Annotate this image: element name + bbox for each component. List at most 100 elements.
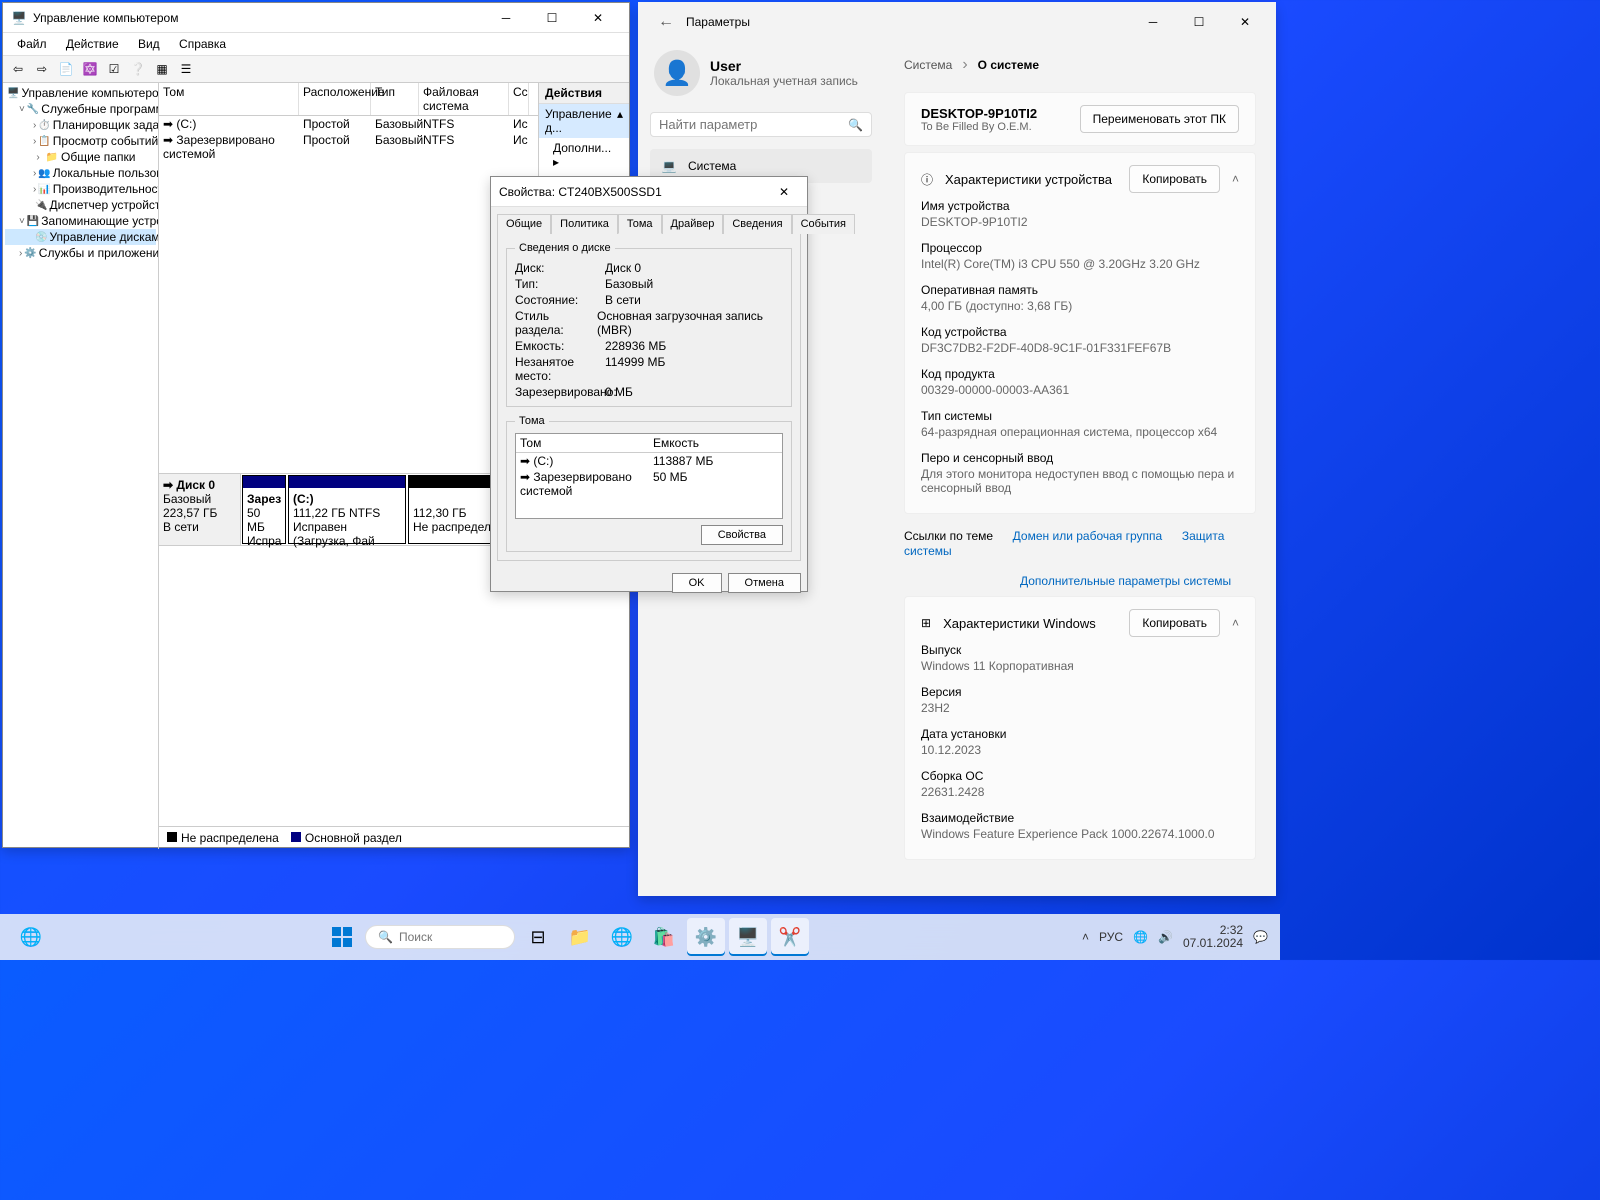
- tab-general[interactable]: Общие: [497, 214, 551, 234]
- refresh-icon[interactable]: 🔯: [79, 58, 101, 80]
- tree-item[interactable]: 🔌Диспетчер устройств: [5, 197, 156, 213]
- titlebar[interactable]: Свойства: CT240BX500SSD1 ✕: [491, 177, 807, 207]
- volumes-group: Тома ТомЕмкость ➡ (C:)113887 МБ ➡ Зарезе…: [506, 415, 792, 552]
- action-item[interactable]: Управление д...▴: [539, 104, 629, 138]
- compmgmt-icon[interactable]: 🖥️: [729, 918, 767, 956]
- up-icon[interactable]: 📄: [55, 58, 77, 80]
- menu-file[interactable]: Файл: [9, 35, 55, 53]
- device-name: DESKTOP-9P10TI2: [921, 106, 1037, 121]
- volumes-list[interactable]: ТомЕмкость ➡ (C:)113887 МБ ➡ Зарезервиро…: [515, 433, 783, 519]
- menu-help[interactable]: Справка: [171, 35, 234, 53]
- tab-driver[interactable]: Драйвер: [662, 214, 724, 234]
- kv-row: Диск:Диск 0: [515, 260, 783, 276]
- search-input[interactable]: [659, 117, 848, 132]
- device-sub: To Be Filled By O.E.M.: [921, 121, 1037, 133]
- tree-system-tools[interactable]: ˅🔧Служебные программы: [5, 101, 156, 117]
- windows-icon: ⊞: [921, 616, 931, 630]
- tree-root[interactable]: 🖥️Управление компьютером (л: [5, 85, 156, 101]
- tab-policy[interactable]: Политика: [551, 214, 618, 234]
- cancel-button[interactable]: Отмена: [728, 573, 801, 593]
- list-icon[interactable]: ☰: [175, 58, 197, 80]
- tab-details[interactable]: Сведения: [723, 214, 791, 234]
- menu-action[interactable]: Действие: [58, 35, 127, 53]
- windows-specs-card: ⊞ Характеристики Windows Копировать ˄ Вы…: [904, 596, 1256, 860]
- user-name: User: [710, 58, 858, 74]
- tree-item[interactable]: ›⏱️Планировщик заданий: [5, 117, 156, 133]
- snip-icon[interactable]: ✂️: [771, 918, 809, 956]
- back-button[interactable]: ←: [646, 13, 686, 31]
- tree-services[interactable]: ›⚙️Службы и приложения: [5, 245, 156, 261]
- tree-disk-management[interactable]: 💿Управление дисками: [5, 229, 156, 245]
- tree-item[interactable]: ›📁Общие папки: [5, 149, 156, 165]
- explorer-icon[interactable]: 📁: [561, 918, 599, 956]
- maximize-button[interactable]: ☐: [1176, 7, 1222, 37]
- partition[interactable]: (C:)111,22 ГБ NTFSИсправен (Загрузка, Фа…: [288, 475, 406, 544]
- tree-storage[interactable]: ˅💾Запоминающие устройст: [5, 213, 156, 229]
- tray-lang[interactable]: РУС: [1099, 930, 1123, 944]
- copy-button[interactable]: Копировать: [1129, 609, 1220, 637]
- info-icon: ⓘ: [921, 171, 933, 188]
- ok-button[interactable]: OK: [672, 573, 722, 593]
- close-button[interactable]: ✕: [575, 3, 621, 33]
- forward-icon[interactable]: ⇨: [31, 58, 53, 80]
- kv-row: Зарезервировано:0 МБ: [515, 384, 783, 400]
- rename-pc-button[interactable]: Переименовать этот ПК: [1080, 105, 1239, 133]
- system-icon: 💻: [660, 157, 678, 175]
- taskbar: 🌐 🔍 ⊟ 📁 🌐 🛍️ ⚙️ 🖥️ ✂️ ˄ РУС 🌐 🔊 2:32 07.…: [0, 914, 1280, 960]
- menu-view[interactable]: Вид: [130, 35, 168, 53]
- start-button[interactable]: [323, 918, 361, 956]
- titlebar[interactable]: ← Параметры ─ ☐ ✕: [638, 2, 1276, 42]
- edge-icon[interactable]: 🌐: [603, 918, 641, 956]
- kv-row: Емкость:228936 МБ: [515, 338, 783, 354]
- chevron-up-icon[interactable]: ˄: [1232, 172, 1239, 186]
- tab-events[interactable]: События: [792, 214, 855, 234]
- tab-content: Сведения о диске Диск:Диск 0Тип:БазовыйС…: [497, 233, 801, 561]
- window-title: Управление компьютером: [33, 11, 483, 25]
- help-icon[interactable]: ❔: [127, 58, 149, 80]
- link-domain[interactable]: Домен или рабочая группа: [1013, 529, 1163, 543]
- search-box[interactable]: 🔍: [650, 112, 872, 137]
- crumb-system[interactable]: Система: [904, 58, 952, 72]
- tray-clock[interactable]: 2:32 07.01.2024: [1183, 924, 1243, 950]
- device-specs-card: ⓘ Характеристики устройства Копировать ˄…: [904, 152, 1256, 514]
- spec-row: Дата установки10.12.2023: [921, 721, 1239, 763]
- disk-info[interactable]: ➡ Диск 0 Базовый 223,57 ГБ В сети: [159, 474, 241, 545]
- kv-row: Стиль раздела:Основная загрузочная запис…: [515, 308, 783, 338]
- list-row[interactable]: ➡ Зарезервировано системой Простой Базов…: [159, 132, 538, 162]
- tray-notifications-icon[interactable]: 💬: [1253, 930, 1268, 944]
- minimize-button[interactable]: ─: [1130, 7, 1176, 37]
- tray-chevron-icon[interactable]: ˄: [1082, 930, 1089, 944]
- edge-icon[interactable]: 🌐: [12, 918, 50, 956]
- spec-row: Сборка ОС22631.2428: [921, 763, 1239, 805]
- list-header[interactable]: Том Расположение Тип Файловая система Сс: [159, 83, 538, 116]
- chevron-up-icon[interactable]: ˄: [1232, 616, 1239, 630]
- disk-info-group: Сведения о диске Диск:Диск 0Тип:БазовыйС…: [506, 242, 792, 407]
- back-icon[interactable]: ⇦: [7, 58, 29, 80]
- taskbar-search[interactable]: 🔍: [365, 925, 515, 949]
- properties-button[interactable]: Свойства: [701, 525, 783, 545]
- action-item[interactable]: Дополни... ▸: [539, 138, 629, 172]
- list-row[interactable]: ➡ (C:) Простой Базовый NTFS Ис: [159, 116, 538, 132]
- user-block[interactable]: 👤 User Локальная учетная запись: [650, 42, 872, 112]
- tab-bar: Общие Политика Тома Драйвер Сведения Соб…: [491, 207, 807, 233]
- kv-row: Незанятое место:114999 МБ: [515, 354, 783, 384]
- link-advanced[interactable]: Дополнительные параметры системы: [1020, 574, 1231, 588]
- partition[interactable]: Зарез50 МБИспра: [242, 475, 286, 544]
- tab-volumes[interactable]: Тома: [618, 214, 662, 234]
- task-view-icon[interactable]: ⊟: [519, 918, 557, 956]
- store-icon[interactable]: 🛍️: [645, 918, 683, 956]
- tray-network-icon[interactable]: 🌐: [1133, 930, 1148, 944]
- tray-volume-icon[interactable]: 🔊: [1158, 930, 1173, 944]
- maximize-button[interactable]: ☐: [529, 3, 575, 33]
- titlebar[interactable]: 🖥️ Управление компьютером ─ ☐ ✕: [3, 3, 629, 33]
- tree-item[interactable]: ›👥Локальные пользоват: [5, 165, 156, 181]
- tree-item[interactable]: ›📋Просмотр событий: [5, 133, 156, 149]
- minimize-button[interactable]: ─: [483, 3, 529, 33]
- tree-item[interactable]: ›📊Производительность: [5, 181, 156, 197]
- copy-button[interactable]: Копировать: [1129, 165, 1220, 193]
- settings-icon[interactable]: ⚙️: [687, 918, 725, 956]
- close-button[interactable]: ✕: [1222, 7, 1268, 37]
- close-button[interactable]: ✕: [769, 177, 799, 207]
- props-icon[interactable]: ☑: [103, 58, 125, 80]
- view-icon[interactable]: ▦: [151, 58, 173, 80]
